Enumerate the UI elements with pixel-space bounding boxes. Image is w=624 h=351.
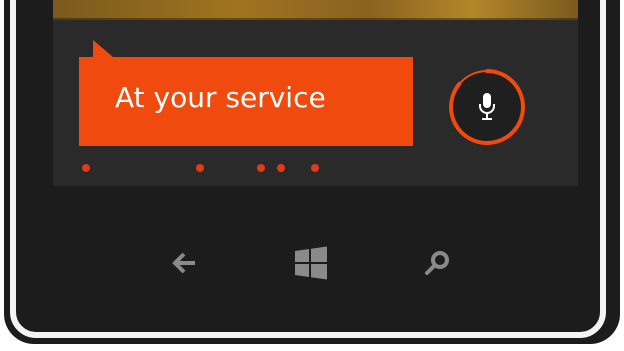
screen: At your service (53, 0, 578, 186)
wallpaper-strip (53, 0, 578, 20)
cortana-greeting: At your service (115, 81, 326, 114)
activity-dot (82, 164, 90, 172)
speech-bubble-tail (93, 40, 113, 57)
microphone-button[interactable] (443, 63, 531, 151)
activity-dot (196, 164, 204, 172)
back-button[interactable] (162, 241, 206, 285)
cortana-speech-bubble: At your service (79, 57, 413, 146)
back-arrow-icon (172, 252, 195, 274)
search-button[interactable] (415, 241, 459, 285)
phone-frame: At your service (0, 0, 624, 351)
activity-dot (277, 164, 285, 172)
windows-logo-icon (295, 246, 327, 280)
activity-dots (53, 164, 578, 176)
start-button[interactable] (289, 241, 333, 285)
activity-dot (257, 164, 265, 172)
microphone-icon (479, 93, 495, 120)
search-icon (425, 251, 449, 275)
navigation-bar (53, 186, 578, 326)
activity-dot (311, 164, 319, 172)
